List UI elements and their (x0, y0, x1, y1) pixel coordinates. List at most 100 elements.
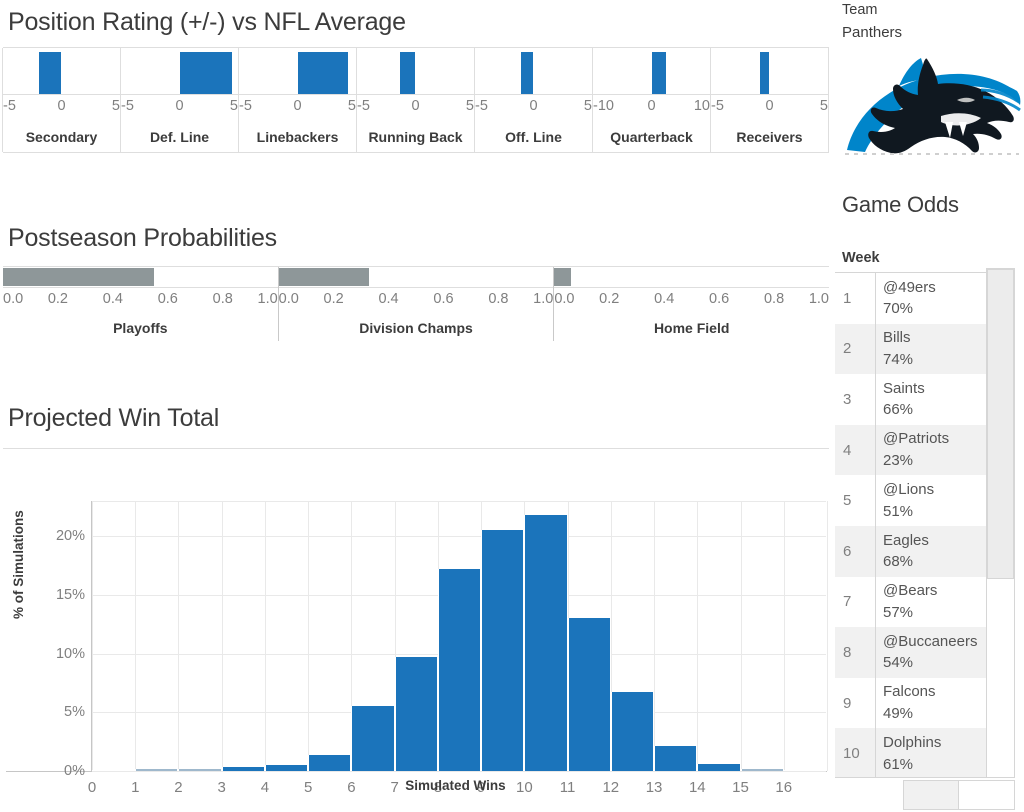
y-axis-tick-label: 0% (64, 763, 85, 779)
postseason-bar-plot (278, 267, 554, 288)
table-row[interactable]: 9 Falcons 49% (835, 677, 997, 729)
histogram-bar[interactable] (351, 706, 395, 771)
histogram-bar[interactable] (394, 657, 438, 771)
histogram-bar[interactable] (437, 569, 482, 771)
gridline (92, 536, 826, 538)
panthers-logo (841, 50, 1023, 160)
game-odds-cell: Eagles 68% (875, 525, 997, 577)
week-number: 4 (843, 441, 852, 459)
postseason-chart: 0.0 0.2 0.4 0.6 0.8 1.0 Playoffs 0.0 0.2 0.4 0.6 0.… (3, 266, 830, 341)
position-bar[interactable] (297, 52, 348, 94)
histogram-bar[interactable] (481, 530, 525, 771)
axis-tick-label: 0.0 (278, 291, 299, 307)
position-bar-plot (121, 48, 238, 95)
histogram-bar[interactable] (524, 515, 568, 771)
opponent-label: @Bears (883, 582, 938, 600)
postseason-bar-plot (554, 267, 830, 288)
odds-scrollbar-thumb[interactable] (987, 269, 1014, 579)
histogram-bar[interactable] (654, 746, 698, 771)
game-odds-cell: @Buccaneers 54% (875, 627, 997, 678)
position-bar[interactable] (39, 52, 62, 94)
odds-scrollbar-track[interactable] (986, 268, 1015, 778)
x-axis-label: Simulated Wins (405, 778, 506, 793)
postseason-bar[interactable] (3, 268, 155, 286)
position-bar[interactable] (400, 52, 416, 94)
game-odds-cell: @Bears 57% (875, 576, 997, 628)
win-total-chart: % of Simulations 0% 5% 10% 15% 20% 0 1 2 3 4 5 6 7 8 9… (3, 448, 829, 796)
position-category-label: Receivers (736, 129, 803, 145)
histogram-bar[interactable] (308, 754, 352, 771)
position-bar[interactable] (520, 52, 534, 94)
game-odds-cell: Saints 66% (875, 374, 997, 425)
table-row[interactable]: 1 @49ers 70% (835, 273, 997, 324)
position-axis-ticks: -5 0 5 (239, 95, 356, 121)
position-panel-def-line: -5 0 5 Def. Line (120, 48, 239, 152)
table-row[interactable]: 7 @Bears 57% (835, 576, 997, 628)
position-bar-plot (357, 48, 474, 95)
axis-tick-label: 5 (347, 98, 356, 114)
axis-tick-label: 0.4 (102, 291, 123, 307)
axis-tick-label: -5 (121, 98, 134, 114)
table-footer-cell-left (903, 780, 959, 810)
histogram-bar[interactable] (221, 767, 265, 771)
opponent-label: Dolphins (883, 733, 942, 751)
histogram-bar[interactable] (697, 763, 741, 771)
axis-tick-label: 10 (693, 98, 710, 114)
table-row[interactable]: 8 @Buccaneers 54% (835, 627, 997, 678)
week-number: 3 (843, 390, 852, 408)
postseason-bar[interactable] (278, 268, 370, 286)
position-bar-plot (593, 48, 710, 95)
vertical-gridline (308, 501, 310, 771)
table-row[interactable]: 4 @Patriots 23% (835, 424, 997, 476)
axis-tick-label: 0.4 (378, 291, 399, 307)
postseason-axis-ticks: 0.0 0.2 0.4 0.6 0.8 1.0 (3, 288, 278, 312)
position-bar[interactable] (651, 52, 666, 94)
vertical-gridline (654, 501, 656, 771)
axis-tick-label: -5 (357, 98, 370, 114)
histogram-bar[interactable] (92, 770, 136, 771)
histogram-bar[interactable] (264, 765, 309, 771)
opponent-label: @Lions (883, 480, 935, 498)
histogram-bar[interactable] (178, 769, 222, 771)
table-row[interactable]: 10 Dolphins 61% (835, 728, 997, 777)
histogram-bar[interactable] (610, 692, 655, 771)
postseason-bar[interactable] (554, 268, 571, 286)
axis-tick-label: 5 (111, 98, 120, 114)
y-axis-tick-label: 10% (55, 645, 85, 662)
histogram-bar[interactable] (783, 770, 827, 771)
table-row[interactable]: 2 Bills 74% (835, 323, 997, 375)
table-row[interactable]: 5 @Lions 51% (835, 475, 997, 526)
position-bar-plot (3, 48, 120, 95)
axis-tick-label: 0 (57, 98, 66, 114)
axis-tick-label: 0 (175, 98, 184, 114)
game-odds-table[interactable]: 1 @49ers 70% 2 Bills 74% 3 Saints 66% 4 @Patriots 2… (835, 272, 997, 778)
win-probability: 54% (883, 654, 914, 672)
win-total-section: Projected Win Total % of Simulations 0% 5… (0, 398, 833, 808)
axis-tick-label: 0.8 (763, 291, 785, 307)
position-axis-ticks: -5 0 5 (475, 95, 592, 121)
vertical-gridline (783, 501, 785, 771)
game-odds-cell: Falcons 49% (875, 677, 997, 729)
position-panel-secondary: -5 0 5 Secondary (2, 48, 121, 152)
team-name-value[interactable]: Panthers (842, 24, 902, 41)
histogram-bar[interactable] (740, 769, 784, 771)
position-panel-off-line: -5 0 5 Off. Line (474, 48, 593, 152)
axis-tick-label: 0.6 (157, 291, 178, 307)
week-number: 9 (843, 694, 852, 712)
position-panel-quarterback: -10 0 10 Quarterback (592, 48, 711, 152)
histogram-bar[interactable] (135, 769, 179, 771)
postseason-category-label: Division Champs (359, 320, 473, 336)
game-odds-cell: @49ers 70% (875, 273, 997, 324)
axis-tick-label: 0.2 (599, 291, 620, 307)
axis-tick-label: 0.8 (488, 291, 509, 307)
position-bar[interactable] (179, 52, 233, 94)
game-odds-cell: Bills 74% (875, 323, 997, 375)
histogram-bar[interactable] (567, 618, 611, 771)
position-bar[interactable] (760, 52, 770, 94)
opponent-label: Saints (883, 379, 925, 397)
table-row[interactable]: 3 Saints 66% (835, 374, 997, 425)
position-panel-linebackers: -5 0 5 Linebackers (238, 48, 357, 152)
win-probability: 57% (883, 603, 914, 621)
axis-tick-label: 1.0 (808, 291, 830, 307)
table-row[interactable]: 6 Eagles 68% (835, 525, 997, 577)
